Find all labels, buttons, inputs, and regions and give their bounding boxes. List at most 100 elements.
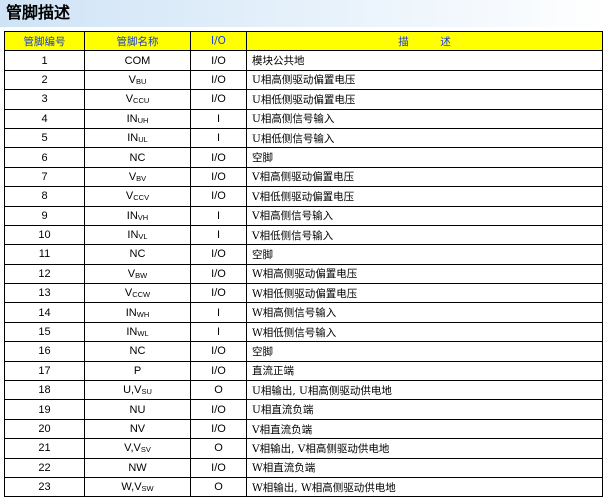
pin-name-subscript: BV (136, 173, 147, 183)
pin-name: INWL (84, 321, 191, 343)
pin-name: NW (84, 457, 191, 478)
pin-io: I (190, 224, 247, 246)
table-row: 11 NC I/O 空脚 (4, 244, 603, 265)
table-row: 22 NW I/O W相直流负端 (4, 457, 603, 478)
pin-name: P (84, 360, 191, 382)
pin-name: VCCV (84, 186, 191, 207)
pin-name-base: NC (129, 248, 146, 261)
table-row: 15 INWL I W相低侧信号输入 (4, 321, 603, 343)
table-row: 14 INWH I W相高侧信号输入 (4, 302, 603, 323)
pin-name-base: IN (125, 306, 137, 319)
table-row: 2 VBU I/O U相高侧驱动偏置电压 (4, 69, 603, 91)
pin-name: U,VSU (84, 380, 191, 401)
pin-name-base: NU (129, 403, 146, 416)
header-description: 描 述 (246, 30, 603, 52)
section-title: 管脚描述 (6, 3, 71, 22)
pin-io: I/O (190, 50, 247, 71)
pin-description: U相高侧驱动偏置电压 (246, 69, 603, 91)
pin-description: U相高侧信号输入 (246, 108, 603, 129)
pin-name: INVL (84, 224, 191, 246)
pin-description: V相低侧信号输入 (246, 224, 603, 246)
pin-description: U相低侧信号输入 (246, 127, 603, 149)
pin-name-base: COM (124, 54, 151, 67)
table-row: 23 W,VSW O W相输出, W相高侧驱动供电地 (4, 476, 603, 497)
pin-io: O (190, 438, 247, 459)
pin-name-subscript: UH (137, 115, 149, 125)
table-body: 1 COM I/O 模块公共地 2 VBU I/O U相高侧驱动偏置电压 3 VCCU I/O U相低… (4, 50, 603, 497)
pin-description-table: 管脚编号 管脚名称 I/O 描 述 1 COM I/O 模块公共地 2 VBU I/O U相高… (4, 30, 603, 497)
pin-number: 21 (4, 438, 85, 459)
pin-io: I/O (190, 341, 247, 362)
table-row: 3 VCCU I/O U相低侧驱动偏置电压 (4, 89, 603, 110)
pin-description: 空脚 (246, 341, 603, 362)
pin-name: NU (84, 399, 191, 420)
pin-description: 模块公共地 (246, 50, 603, 71)
document-page: 管脚描述 管脚编号 管脚名称 I/O 描 述 1 COM I/O 模块公共地 2 VBU I… (0, 0, 607, 497)
pin-description: V相高侧信号输入 (246, 205, 603, 226)
pin-name: INUL (84, 127, 191, 149)
pin-number: 17 (4, 360, 85, 382)
pin-name: INWH (84, 302, 191, 323)
table-row: 4 INUH I U相高侧信号输入 (4, 108, 603, 129)
pin-number: 14 (4, 302, 85, 323)
pin-description: W相高侧驱动偏置电压 (246, 263, 603, 285)
pin-description: W相低侧驱动偏置电压 (246, 283, 603, 304)
pin-description: U相低侧驱动偏置电压 (246, 89, 603, 110)
pin-number: 18 (4, 380, 85, 401)
pin-io: I (190, 127, 247, 149)
pin-name: NC (84, 341, 191, 362)
pin-io: I/O (190, 399, 247, 420)
pin-number: 23 (4, 476, 85, 497)
pin-io: I/O (190, 418, 247, 440)
pin-name: VBV (84, 166, 191, 188)
pin-name-base: NC (129, 151, 146, 164)
pin-number: 2 (4, 69, 85, 91)
pin-io: O (190, 476, 247, 497)
pin-name-subscript: BU (135, 76, 147, 86)
pin-number: 13 (4, 283, 85, 304)
pin-description: 空脚 (246, 244, 603, 265)
pin-name-subscript: SV (140, 445, 151, 455)
pin-io: I (190, 205, 247, 226)
pin-description: U相输出, U相高侧驱动供电地 (246, 380, 603, 401)
pin-io: I/O (190, 263, 247, 285)
pin-io: I/O (190, 244, 247, 265)
pin-name-subscript: VH (137, 212, 149, 222)
pin-name-base: NW (128, 461, 147, 474)
pin-name: INVH (84, 205, 191, 226)
pin-description: V相低侧驱动偏置电压 (246, 186, 603, 207)
header-pin-number: 管脚编号 (4, 30, 85, 52)
pin-name-subscript: BW (135, 270, 148, 280)
pin-number: 8 (4, 186, 85, 207)
pin-number: 10 (4, 224, 85, 246)
section-title-bar: 管脚描述 (0, 0, 607, 27)
pin-description: V相高侧驱动偏置电压 (246, 166, 603, 188)
table-row: 6 NC I/O 空脚 (4, 147, 603, 168)
pin-io: I/O (190, 69, 247, 91)
pin-number: 4 (4, 108, 85, 129)
pin-name: VBW (84, 263, 191, 285)
pin-number: 11 (4, 244, 85, 265)
pin-number: 3 (4, 89, 85, 110)
pin-name-subscript: SU (141, 387, 152, 397)
pin-io: I (190, 302, 247, 323)
pin-name-subscript: CCW (132, 290, 151, 300)
pin-io: I/O (190, 457, 247, 478)
table-header-row: 管脚编号 管脚名称 I/O 描 述 (4, 30, 603, 52)
pin-name-base: V (128, 73, 136, 86)
table-row: 1 COM I/O 模块公共地 (4, 50, 603, 71)
pin-name: VCCW (84, 283, 191, 304)
pin-name-subscript: CCU (133, 96, 150, 106)
pin-io: I (190, 321, 247, 343)
pin-name-base: V (125, 93, 134, 106)
pin-number: 9 (4, 205, 85, 226)
pin-name-subscript: VL (138, 232, 148, 242)
pin-name-base: NC (129, 345, 146, 358)
pin-description: V相输出, V相高侧驱动供电地 (246, 438, 603, 459)
pin-name-base: P (133, 364, 142, 377)
pin-name: NV (84, 418, 191, 440)
pin-io: I/O (190, 283, 247, 304)
pin-name-subscript: WH (136, 309, 150, 319)
pin-name: V,VSV (84, 438, 191, 459)
pin-name-base: IN (126, 112, 138, 125)
